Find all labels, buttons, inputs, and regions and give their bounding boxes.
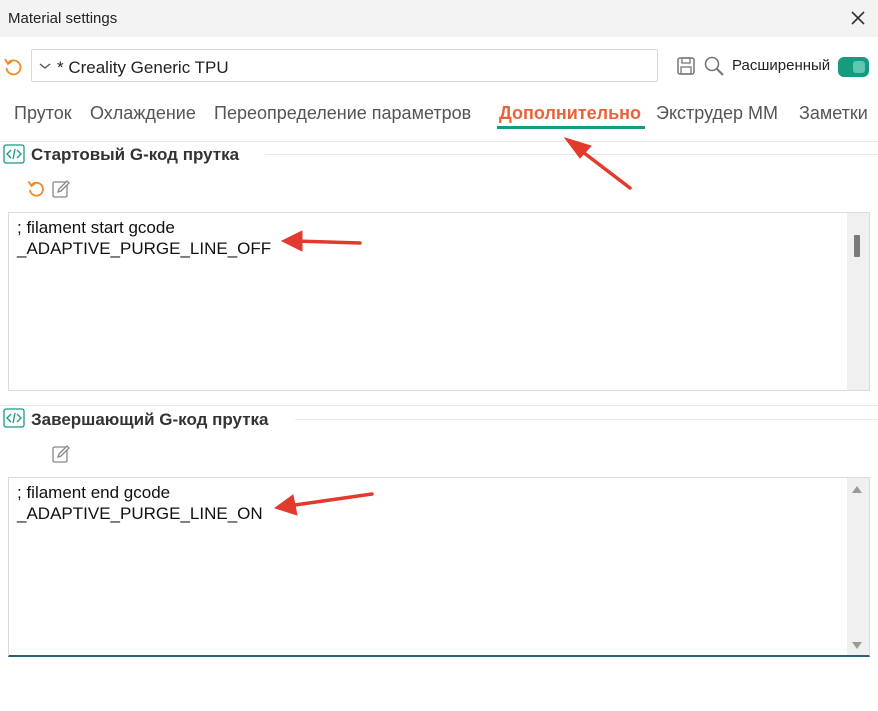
scroll-down-arrow[interactable]: [852, 642, 862, 649]
scrollbar[interactable]: [847, 213, 869, 390]
reset-icon[interactable]: [26, 179, 46, 199]
tab-notes[interactable]: Заметки: [799, 103, 868, 124]
search-icon[interactable]: [703, 55, 725, 77]
section-title-rule: [295, 419, 878, 420]
tab-filament[interactable]: Пруток: [14, 103, 72, 124]
code-line: _ADAPTIVE_PURGE_LINE_OFF: [17, 239, 272, 258]
tab-overrides[interactable]: Переопределение параметров: [214, 103, 471, 124]
start-gcode-title: Стартовый G-код прутка: [31, 145, 240, 164]
end-gcode-text: ; filament end gcode _ADAPTIVE_PURGE_LIN…: [17, 482, 263, 524]
preset-select[interactable]: * Creality Generic TPU: [31, 49, 658, 82]
scrollbar[interactable]: [847, 478, 869, 655]
window-title: Material settings: [8, 10, 118, 27]
toggle-knob: [853, 61, 865, 73]
code-icon: [3, 408, 25, 428]
code-line: _ADAPTIVE_PURGE_LINE_ON: [17, 504, 263, 523]
scroll-up-arrow[interactable]: [852, 486, 862, 493]
active-tab-underline: [497, 126, 645, 129]
annotation-arrow: [573, 144, 632, 190]
scrollbar-thumb[interactable]: [854, 235, 860, 257]
tab-mm-extruder[interactable]: Экструдер ММ: [656, 103, 778, 124]
close-icon[interactable]: [848, 8, 868, 28]
advanced-label: Расширенный: [732, 57, 831, 74]
edit-icon[interactable]: [51, 179, 71, 199]
code-line: ; filament end gcode: [17, 483, 171, 502]
start-gcode-editor[interactable]: ; filament start gcode _ADAPTIVE_PURGE_L…: [8, 212, 870, 391]
section-divider: [0, 141, 878, 142]
title-bar: Material settings: [0, 0, 878, 37]
code-line: ; filament start gcode: [17, 218, 175, 237]
tab-bar: Пруток Охлаждение Переопределение параме…: [0, 100, 878, 130]
tab-advanced[interactable]: Дополнительно: [499, 103, 641, 124]
chevron-down-icon: [39, 63, 51, 69]
code-icon: [3, 144, 25, 164]
end-gcode-title: Завершающий G-код прутка: [31, 410, 269, 429]
preset-value: * Creality Generic TPU: [57, 58, 229, 77]
save-icon[interactable]: [675, 55, 697, 77]
section-divider: [0, 405, 878, 406]
end-gcode-editor[interactable]: ; filament end gcode _ADAPTIVE_PURGE_LIN…: [8, 477, 870, 657]
tab-cooling[interactable]: Охлаждение: [90, 103, 196, 124]
edit-icon[interactable]: [51, 444, 71, 464]
reset-icon[interactable]: [2, 56, 24, 78]
start-gcode-text: ; filament start gcode _ADAPTIVE_PURGE_L…: [17, 217, 271, 259]
section-title-rule: [265, 154, 878, 155]
advanced-toggle[interactable]: [838, 57, 869, 77]
